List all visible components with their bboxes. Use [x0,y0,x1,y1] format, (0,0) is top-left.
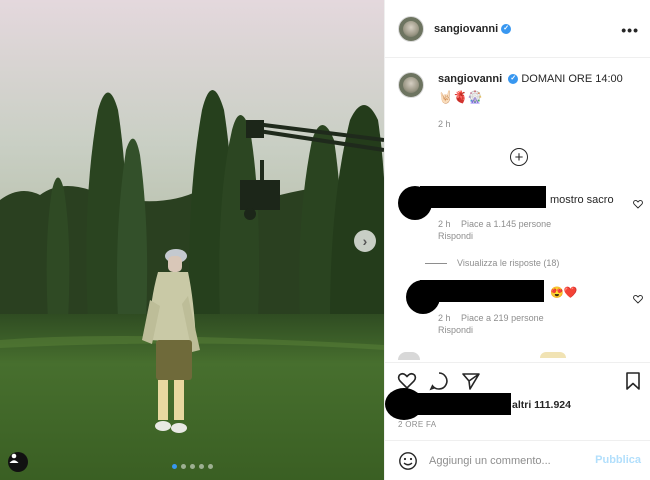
caption-username[interactable]: sangiovanni [438,73,502,85]
plus-circle-icon[interactable]: + [510,148,528,166]
post-photo[interactable]: › [0,0,384,480]
username-link[interactable]: sangiovanni [434,23,498,35]
caption-body: DOMANI ORE 14:00 [521,73,623,85]
heart-icon[interactable] [633,294,643,304]
more-horizontal-icon[interactable]: ••• [621,22,639,38]
caption-emoji: 🤘🏻🫀🎡 [438,90,483,104]
smile-icon[interactable] [398,451,418,471]
avatar[interactable] [398,72,424,98]
reply-button[interactable]: Rispondi [438,325,473,335]
avatar[interactable] [398,15,424,42]
comment-time[interactable]: 2 h [438,219,451,229]
user-tag-icon[interactable] [8,452,28,472]
comment-meta: 2 h Piace a 219 persone Rispondi [438,312,544,336]
post-sidebar: sangiovanni ✓ ••• sangiovanni ✓ DOMANI O… [384,0,650,480]
post-time[interactable]: 2 ORE FA [398,420,436,429]
publish-button[interactable]: Pubblica [595,454,641,466]
chevron-right-icon[interactable]: › [354,230,376,252]
carousel-indicator [172,464,213,469]
redacted-username [420,186,546,208]
caption-text: sangiovanni ✓ DOMANI ORE 14:00 [438,72,643,87]
likes-count-link[interactable]: altri 111.924 [512,399,571,411]
heart-icon[interactable] [633,199,643,209]
comment-time[interactable]: 2 h [438,313,451,323]
comment-item-partial [398,352,643,360]
carousel-dot [190,464,195,469]
comment-meta: 2 h Piace a 1.145 persone Rispondi [438,218,551,242]
comment-item: mostro sacro 2 h Piace a 1.145 persone R… [398,186,643,246]
post-caption: sangiovanni ✓ DOMANI ORE 14:00 🤘🏻🫀🎡 2 h [398,72,643,129]
comment-input[interactable] [429,452,589,470]
comment-likes[interactable]: Piace a 1.145 persone [461,219,551,229]
add-comment-bar: Pubblica [385,440,650,480]
verified-badge-icon: ✓ [508,74,519,85]
photo-scene [0,0,384,480]
likes-summary: altri 111.924 [385,388,650,420]
redacted-liker [407,393,511,415]
avatar [398,352,420,360]
carousel-dot [199,464,204,469]
reply-button[interactable]: Rispondi [438,231,473,241]
carousel-dot [208,464,213,469]
view-replies-label: Visualizza le risposte (18) [457,258,560,268]
caption-time[interactable]: 2 h [438,119,643,129]
carousel-dot [172,464,177,469]
comment-item: 😍❤️ 2 h Piace a 219 persone Rispondi [398,280,643,340]
emoji-partial [540,352,566,358]
carousel-dot [181,464,186,469]
post-header: sangiovanni ✓ ••• [385,0,650,58]
comment-text: 😍❤️ [550,287,578,299]
comment-likes[interactable]: Piace a 219 persone [461,313,544,323]
divider [425,262,447,264]
verified-badge-icon: ✓ [501,23,512,34]
comment-text: mostro sacro [550,194,614,206]
view-replies-button[interactable]: Visualizza le risposte (18) [425,258,559,268]
redacted-username [420,280,544,302]
